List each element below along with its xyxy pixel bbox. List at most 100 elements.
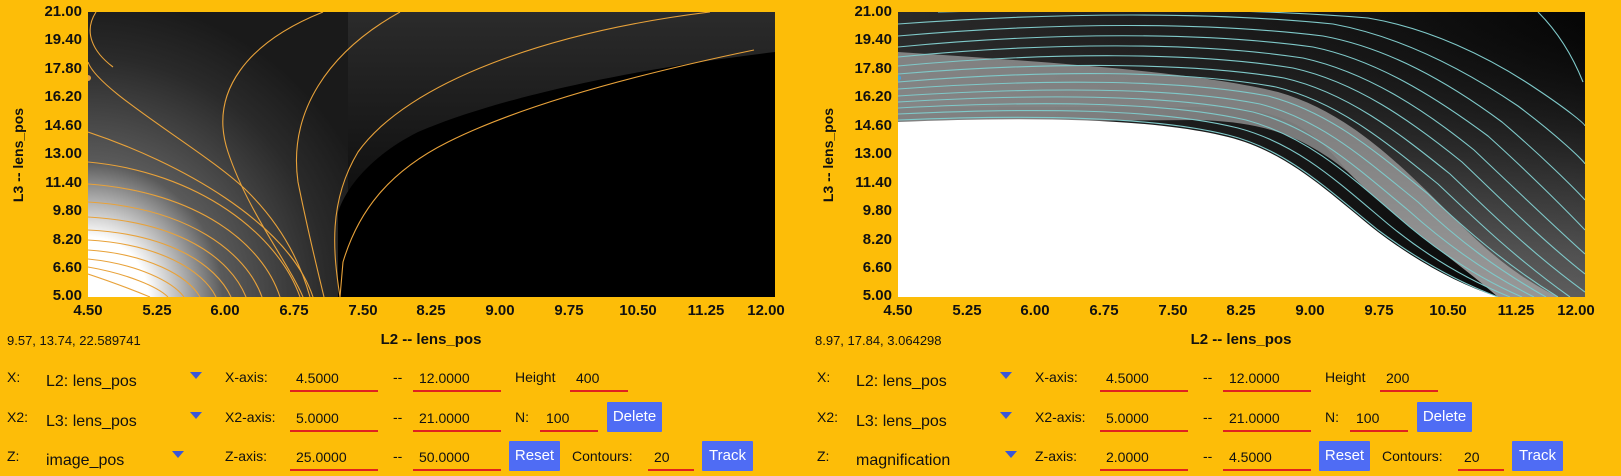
contour-plot[interactable] [898, 12, 1585, 297]
y-tick: 19.40 [854, 31, 892, 48]
height-label: Height [1325, 369, 1366, 385]
x-tick: 6.75 [1089, 302, 1119, 319]
height-label: Height [515, 369, 556, 385]
chevron-down-icon [1000, 372, 1012, 379]
track-button[interactable]: Track [702, 441, 753, 471]
x-tick: 7.50 [1158, 302, 1188, 319]
x2-axis-min-field[interactable]: 5.0000 [290, 406, 378, 432]
x2-variable-select[interactable]: L3: lens_pos [44, 405, 204, 433]
chevron-down-icon [190, 372, 202, 379]
x2-axis-max-field[interactable]: 21.0000 [1223, 406, 1311, 432]
height-field[interactable]: 400 [570, 366, 628, 392]
x-tick: 6.00 [210, 302, 240, 319]
reset-button[interactable]: Reset [1319, 441, 1370, 471]
control-row-z: Z: image_pos Z-axis: 25.0000 -- 50.0000 … [0, 441, 800, 471]
x2-label: X2: [7, 409, 29, 425]
y-tick: 21.00 [854, 3, 892, 20]
x-tick: 5.25 [952, 302, 982, 319]
plot-gradient [88, 12, 348, 297]
x-label: X: [817, 369, 831, 385]
track-button[interactable]: Track [1512, 441, 1563, 471]
control-row-z: Z: magnification Z-axis: 2.0000 -- 4.500… [810, 441, 1610, 471]
x2-axis-max-field[interactable]: 21.0000 [413, 406, 501, 432]
n-label: N: [1325, 409, 1339, 425]
range-separator: -- [393, 409, 403, 425]
y-tick: 8.20 [862, 231, 892, 248]
x-tick: 8.25 [1226, 302, 1256, 319]
y-axis-label: L3 -- lens_pos [820, 107, 836, 203]
y-tick: 16.20 [854, 88, 892, 105]
contours-field[interactable]: 20 [648, 445, 694, 471]
z-variable-select[interactable]: image_pos [44, 444, 204, 472]
x-variable-value: L2: lens_pos [46, 373, 137, 390]
x-tick: 9.00 [485, 302, 515, 319]
z-label: Z: [817, 448, 830, 464]
x2-variable-value: L3: lens_pos [46, 413, 137, 430]
delete-button[interactable]: Delete [1417, 402, 1472, 432]
range-separator: -- [393, 369, 403, 385]
y-tick: 16.20 [44, 88, 82, 105]
z-axis-max-field[interactable]: 4.5000 [1223, 445, 1311, 471]
x2-axis-min-field[interactable]: 5.0000 [1100, 406, 1188, 432]
y-tick: 17.80 [854, 60, 892, 77]
chevron-down-icon [1000, 412, 1012, 419]
control-row-x: X: L2: lens_pos X-axis: 4.5000 -- 12.000… [0, 362, 800, 392]
x-axis-range-label: X-axis: [1035, 369, 1078, 385]
x-axis-min-field[interactable]: 4.5000 [1100, 366, 1188, 392]
contours-field[interactable]: 20 [1458, 445, 1504, 471]
x-axis-max-field[interactable]: 12.0000 [1223, 366, 1311, 392]
height-field[interactable]: 200 [1380, 366, 1438, 392]
z-variable-select[interactable]: magnification [854, 444, 1017, 472]
z-axis-max-field[interactable]: 50.0000 [413, 445, 501, 471]
y-axis-label: L3 -- lens_pos [10, 107, 26, 203]
n-field[interactable]: 100 [1350, 406, 1408, 432]
z-axis-min-field[interactable]: 2.0000 [1100, 445, 1188, 471]
x-tick: 6.75 [279, 302, 309, 319]
cursor-readout: 9.57, 13.74, 22.589741 [7, 333, 141, 348]
y-tick: 9.80 [862, 202, 892, 219]
range-separator: -- [393, 448, 403, 464]
y-tick: 9.80 [52, 202, 82, 219]
x-tick: 11.25 [687, 302, 725, 319]
x-variable-select[interactable]: L2: lens_pos [44, 365, 204, 393]
x-tick: 5.25 [142, 302, 172, 319]
x-tick: 9.75 [554, 302, 584, 319]
reset-button[interactable]: Reset [509, 441, 560, 471]
x-tick: 8.25 [416, 302, 446, 319]
contour-plot[interactable] [88, 12, 775, 297]
y-tick: 19.40 [44, 31, 82, 48]
delete-button[interactable]: Delete [607, 402, 662, 432]
cursor-readout: 8.97, 17.84, 3.064298 [815, 333, 942, 348]
z-axis-range-label: Z-axis: [1035, 448, 1077, 464]
n-field[interactable]: 100 [540, 406, 598, 432]
x2-variable-select[interactable]: L3: lens_pos [854, 405, 1014, 433]
control-row-x2: X2: L3: lens_pos X2-axis: 5.0000 -- 21.0… [0, 402, 800, 432]
contours-label: Contours: [1382, 448, 1443, 464]
x2-label: X2: [817, 409, 839, 425]
x-tick: 10.50 [619, 302, 657, 319]
z-variable-value: image_pos [46, 452, 125, 469]
x-axis-max-field[interactable]: 12.0000 [413, 366, 501, 392]
x-tick: 10.50 [1429, 302, 1467, 319]
y-tick: 6.60 [52, 259, 82, 276]
y-tick: 6.60 [862, 259, 892, 276]
y-tick: 17.80 [44, 60, 82, 77]
y-tick: 21.00 [44, 3, 82, 20]
y-tick: 8.20 [52, 231, 82, 248]
x-axis-label: L2 -- lens_pos [1190, 331, 1292, 348]
contours-label: Contours: [572, 448, 633, 464]
x-axis-label: L2 -- lens_pos [380, 331, 482, 348]
z-axis-min-field[interactable]: 25.0000 [290, 445, 378, 471]
x2-variable-value: L3: lens_pos [856, 413, 947, 430]
x-axis-min-field[interactable]: 4.5000 [290, 366, 378, 392]
y-tick: 5.00 [52, 287, 82, 304]
chevron-down-icon [172, 451, 184, 458]
range-separator: -- [1203, 409, 1213, 425]
x-tick: 4.50 [883, 302, 913, 319]
control-row-x2: X2: L3: lens_pos X2-axis: 5.0000 -- 21.0… [810, 402, 1610, 432]
x-variable-select[interactable]: L2: lens_pos [854, 365, 1014, 393]
x2-axis-range-label: X2-axis: [1035, 409, 1086, 425]
contour-panel-right: 21.00 19.40 17.80 16.20 14.60 13.00 11.4… [810, 0, 1610, 476]
x-tick: 4.50 [73, 302, 103, 319]
x-tick: 9.75 [1364, 302, 1394, 319]
